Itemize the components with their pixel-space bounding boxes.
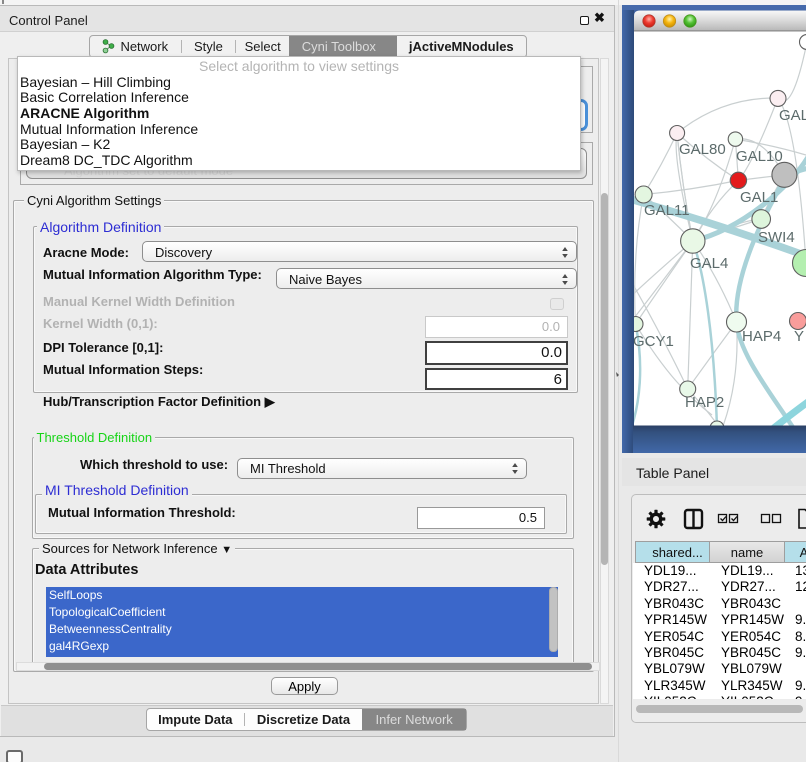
svg-text:GCY1: GCY1 [633, 333, 674, 350]
svg-text:GAL: GAL [779, 107, 806, 124]
svg-text:GAL1: GAL1 [740, 189, 778, 206]
svg-text:Y: Y [794, 328, 804, 345]
svg-text:HAP2: HAP2 [685, 394, 724, 411]
svg-text:GAL10: GAL10 [736, 148, 783, 165]
svg-text:GAL80: GAL80 [679, 141, 726, 158]
svg-text:GAL4: GAL4 [690, 255, 728, 272]
svg-text:GAL11: GAL11 [644, 202, 690, 219]
svg-text:HAP4: HAP4 [742, 328, 781, 345]
svg-text:SWI4: SWI4 [758, 229, 795, 246]
